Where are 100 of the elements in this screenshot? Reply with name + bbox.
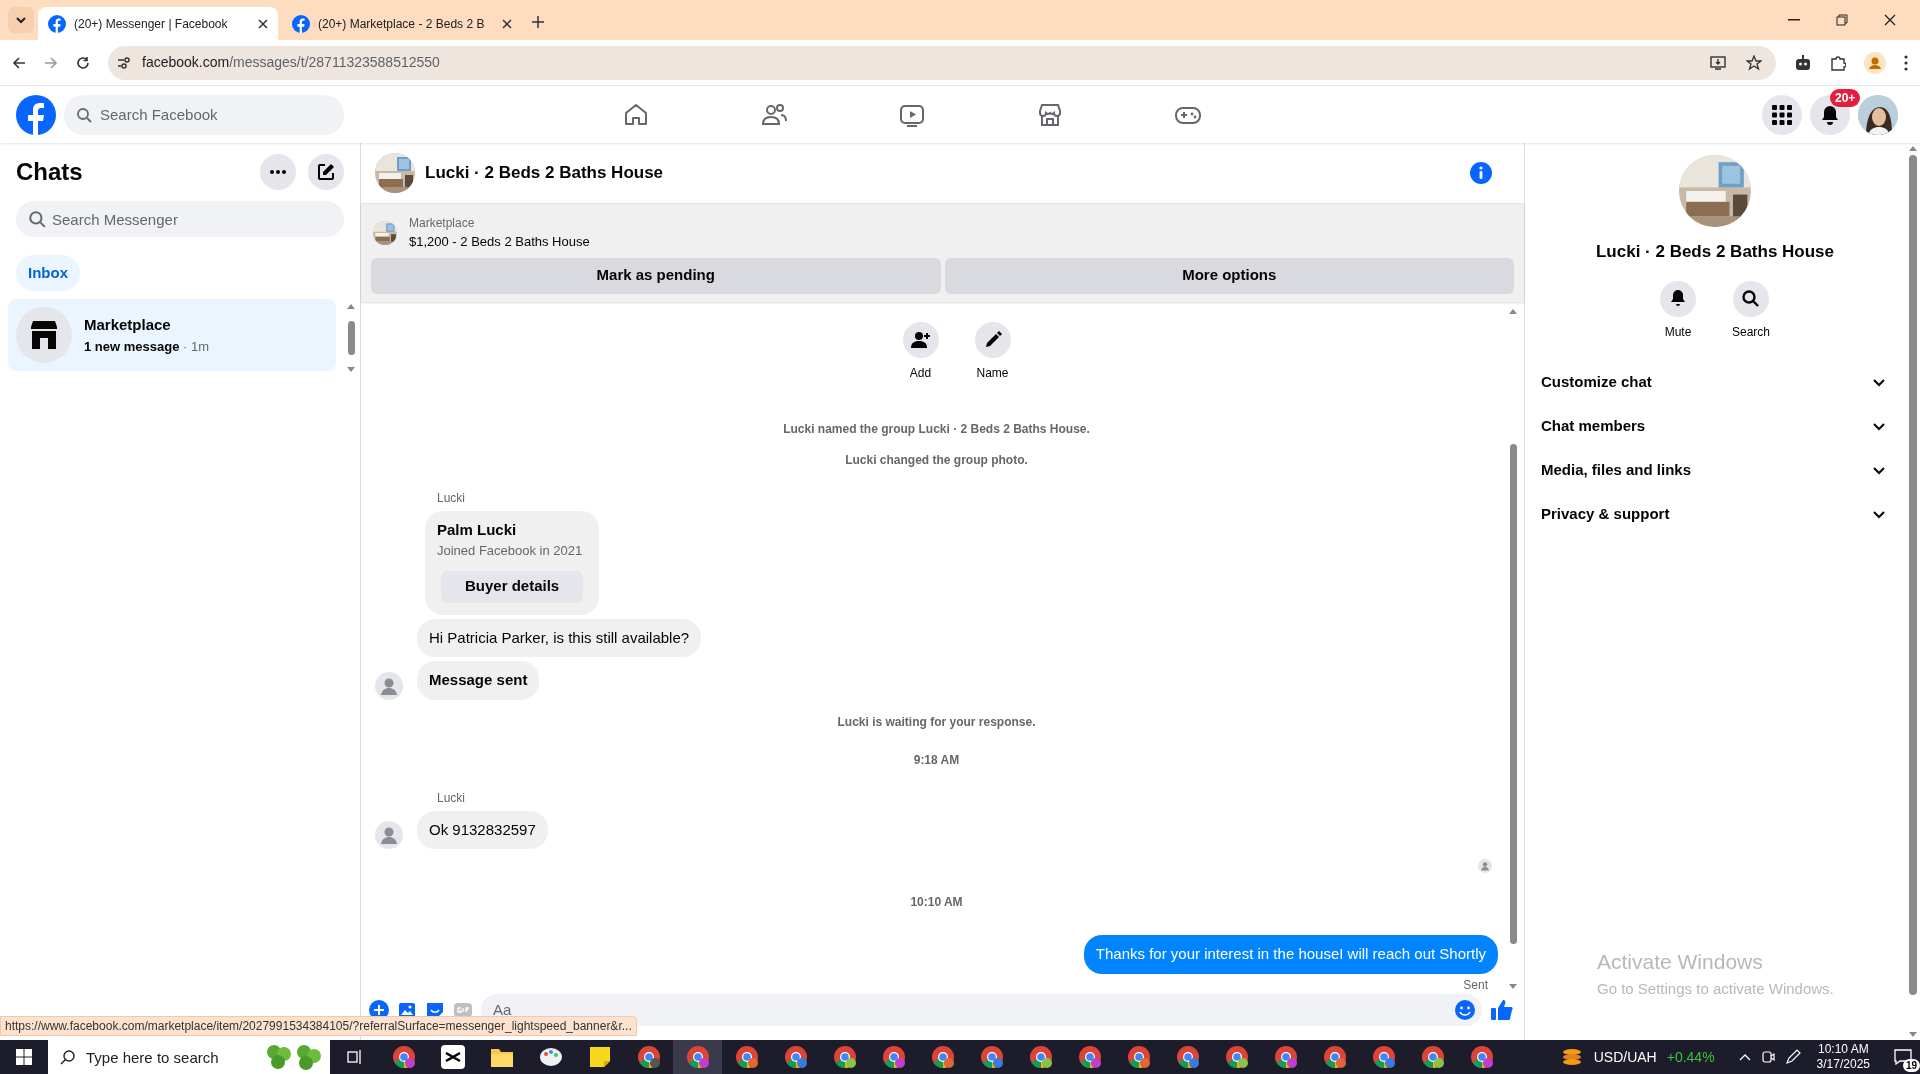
notification-center-button[interactable]: 19 [1886, 1042, 1920, 1072]
currency-change: +0.44% [1666, 1047, 1715, 1067]
folder-icon[interactable] [489, 1046, 514, 1068]
scrollbar-thumb[interactable] [347, 321, 355, 355]
site-settings-icon[interactable] [116, 54, 132, 71]
details-title: Lucki · 2 Beds 2 Baths House [1595, 241, 1835, 263]
chat-list-item[interactable]: Marketplace 1 new message · 1m [8, 299, 336, 371]
clock-date[interactable]: 3/17/2025 [1816, 1057, 1870, 1072]
chrome-icon[interactable] [1420, 1045, 1445, 1069]
scroll-down-icon[interactable] [347, 367, 355, 373]
sticky-note-icon[interactable] [588, 1046, 611, 1068]
chrome-icon[interactable] [979, 1045, 1004, 1069]
scroll-up-icon[interactable] [1908, 145, 1917, 151]
robot-icon[interactable] [1794, 54, 1812, 71]
chrome-icon[interactable] [685, 1045, 710, 1069]
notification-count: 19 [1902, 1059, 1920, 1072]
chrome-icon[interactable] [1371, 1045, 1396, 1069]
chrome-icon[interactable] [930, 1045, 955, 1069]
close-icon[interactable] [502, 18, 512, 29]
chrome-icon[interactable] [734, 1045, 759, 1069]
account-avatar[interactable] [1858, 94, 1898, 135]
info-icon[interactable] [1470, 162, 1492, 185]
clock-time[interactable]: 10:10 AM [1817, 1042, 1869, 1057]
chrome-icon[interactable] [1224, 1045, 1249, 1069]
chrome-icon[interactable] [1322, 1045, 1347, 1069]
chrome-icon[interactable] [881, 1045, 906, 1069]
details-section-row[interactable]: Chat members [1537, 404, 1893, 449]
search-field[interactable]: Search Facebook [64, 94, 344, 135]
facebook-logo-icon[interactable] [16, 94, 56, 135]
buyer-details-button[interactable]: Buyer details [441, 570, 584, 603]
reload-icon[interactable] [76, 55, 90, 70]
bookmark-star-icon[interactable] [1746, 54, 1762, 71]
extensions-icon[interactable] [1830, 54, 1846, 71]
camera-icon[interactable] [1760, 1049, 1775, 1065]
chrome-icon[interactable] [832, 1045, 857, 1069]
chevron-up-icon[interactable] [1738, 1053, 1751, 1061]
new-tab-icon[interactable] [532, 16, 544, 28]
pen-icon[interactable] [1784, 1049, 1801, 1065]
chrome-icon[interactable] [783, 1045, 808, 1069]
profile-icon[interactable] [1864, 51, 1886, 74]
action-button[interactable]: More options [944, 257, 1514, 294]
chrome-icon[interactable] [636, 1045, 661, 1069]
scroll-up-icon[interactable] [1509, 307, 1517, 314]
profile-detail: Joined Facebook in 2021 [437, 542, 584, 561]
browser-tab[interactable]: (20+) Messenger | Facebook [38, 7, 278, 40]
paint-icon[interactable] [538, 1045, 563, 1069]
more-options-button[interactable] [260, 154, 296, 190]
menu-button[interactable] [1762, 94, 1802, 135]
chrome-icon[interactable] [391, 1045, 416, 1069]
tab-search-button[interactable] [8, 7, 34, 33]
emoji-icon[interactable] [1454, 998, 1476, 1021]
search-field[interactable]: Search Messenger [16, 201, 344, 237]
tab-title: (20+) Messenger | Facebook [74, 15, 229, 33]
pencil-icon[interactable] [974, 321, 1011, 358]
chrome-icon[interactable] [1469, 1045, 1494, 1069]
task-view-icon[interactable] [345, 1048, 364, 1066]
scroll-down-icon[interactable] [1908, 1032, 1917, 1038]
back-icon[interactable] [12, 55, 26, 70]
chevron-down-icon [15, 14, 27, 26]
scroll-down-icon[interactable] [1509, 983, 1517, 990]
sender-name: Lucki [436, 489, 466, 507]
chrome-icon[interactable] [1028, 1045, 1053, 1069]
filter-tab[interactable]: Inbox [16, 255, 80, 291]
details-section-row[interactable]: Privacy & support [1537, 492, 1893, 537]
scroll-up-icon[interactable] [347, 303, 355, 309]
chevron-down-icon [1873, 378, 1885, 387]
new-message-button[interactable] [308, 154, 344, 190]
forward-icon[interactable] [44, 55, 58, 70]
system-message: Lucki named the group Lucki · 2 Beds 2 Baths House. [782, 420, 1091, 438]
taskbar-search-field[interactable]: Type here to search [48, 1040, 330, 1074]
bell-icon[interactable] [1660, 280, 1696, 317]
action-button[interactable]: Mark as pending [371, 257, 941, 294]
read-receipt-icon [1478, 859, 1492, 874]
chrome-icon[interactable] [1175, 1045, 1200, 1069]
close-icon[interactable] [258, 18, 268, 29]
menu-icon[interactable] [1904, 54, 1908, 71]
chat-name: Marketplace [84, 315, 172, 335]
chrome-icon[interactable] [1077, 1045, 1102, 1069]
restore-icon[interactable] [1836, 14, 1848, 26]
scrollbar-thumb[interactable] [1908, 155, 1917, 995]
facebook-icon [292, 14, 310, 33]
chrome-icon[interactable] [1273, 1045, 1298, 1069]
thumbs-up-icon[interactable] [1490, 997, 1514, 1022]
details-section-row[interactable]: Media, files and links [1537, 448, 1893, 493]
address-field[interactable]: facebook.com/messages/t/28711323588512550 [108, 45, 1776, 80]
install-app-icon[interactable] [1710, 54, 1726, 71]
compose-icon [317, 163, 335, 181]
add-person-icon[interactable] [902, 321, 939, 358]
listing-title[interactable]: $1,200 - 2 Beds 2 Baths House [409, 232, 590, 252]
sidebar-title: Chats [16, 157, 83, 187]
search-icon[interactable] [1733, 280, 1769, 317]
facebook-icon [48, 14, 66, 33]
capcut-icon[interactable] [440, 1045, 465, 1069]
details-section-row[interactable]: Customize chat [1537, 360, 1893, 405]
close-icon[interactable] [1884, 14, 1896, 26]
timestamp: 10:10 AM [909, 894, 964, 912]
minimize-icon[interactable] [1788, 19, 1800, 21]
windows-start-icon[interactable] [16, 1049, 32, 1065]
scrollbar-thumb[interactable] [1509, 443, 1517, 944]
chrome-icon[interactable] [1126, 1045, 1151, 1069]
